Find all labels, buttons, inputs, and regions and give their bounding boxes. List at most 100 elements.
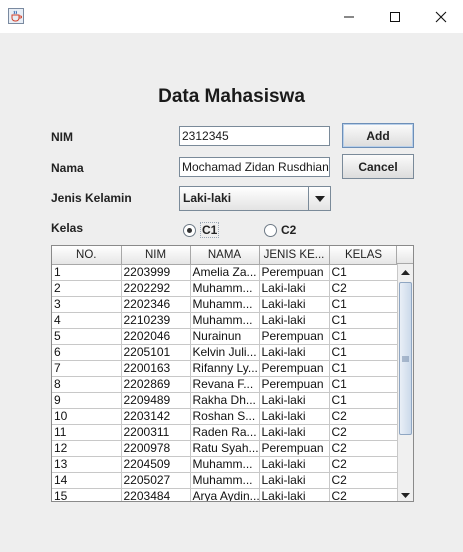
table-row[interactable]: 10 2203142 Roshan S... Laki-laki C2	[52, 408, 399, 425]
cell-jenis-kelamin[interactable]: Laki-laki	[259, 344, 330, 361]
cancel-button[interactable]: Cancel	[342, 154, 414, 179]
scroll-down-icon[interactable]	[398, 487, 413, 501]
cell-jenis-kelamin[interactable]: Laki-laki	[259, 488, 330, 501]
column-header-jenis-kelamin[interactable]: JENIS KE...	[259, 246, 330, 265]
cell-jenis-kelamin[interactable]: Perempuan	[259, 440, 330, 457]
cell-nama[interactable]: Rifanny Ly...	[190, 360, 260, 377]
cell-no[interactable]: 11	[52, 424, 122, 441]
nim-field[interactable]: 2312345	[179, 126, 330, 146]
cell-nim[interactable]: 2202346	[121, 296, 191, 313]
table-row[interactable]: 2 2202292 Muhamm... Laki-laki C2	[52, 280, 399, 297]
table-row[interactable]: 9 2209489 Rakha Dh... Laki-laki C1	[52, 392, 399, 409]
vertical-scrollbar[interactable]	[397, 264, 413, 501]
jenis-kelamin-dropdown[interactable]: Laki-laki	[179, 186, 331, 211]
cell-nim[interactable]: 2200163	[121, 360, 191, 377]
cell-no[interactable]: 9	[52, 392, 122, 409]
nama-field[interactable]: Mochamad Zidan Rusdhiana	[179, 157, 330, 177]
cell-no[interactable]: 3	[52, 296, 122, 313]
cell-nama[interactable]: Muhamm...	[190, 456, 260, 473]
cell-nama[interactable]: Ratu Syah...	[190, 440, 260, 457]
table-row[interactable]: 14 2205027 Muhamm... Laki-laki C2	[52, 472, 399, 489]
cell-jenis-kelamin[interactable]: Perempuan	[259, 376, 330, 393]
cell-jenis-kelamin[interactable]: Laki-laki	[259, 408, 330, 425]
cell-kelas[interactable]: C1	[329, 360, 399, 377]
cell-kelas[interactable]: C1	[329, 344, 399, 361]
cell-jenis-kelamin[interactable]: Laki-laki	[259, 472, 330, 489]
cell-nim[interactable]: 2203484	[121, 488, 191, 501]
minimize-button[interactable]	[326, 0, 372, 33]
java-cup-icon[interactable]	[8, 8, 24, 24]
table-row[interactable]: 12 2200978 Ratu Syah... Perempuan C2	[52, 440, 399, 457]
cell-no[interactable]: 12	[52, 440, 122, 457]
cell-no[interactable]: 15	[52, 488, 122, 501]
table-row[interactable]: 6 2205101 Kelvin Juli... Laki-laki C1	[52, 344, 399, 361]
cell-nim[interactable]: 2209489	[121, 392, 191, 409]
cell-no[interactable]: 4	[52, 312, 122, 329]
cell-nama[interactable]: Amelia Za...	[190, 264, 260, 281]
chevron-down-icon[interactable]	[308, 187, 330, 210]
cell-no[interactable]: 14	[52, 472, 122, 489]
cell-nim[interactable]: 2210239	[121, 312, 191, 329]
cell-jenis-kelamin[interactable]: Laki-laki	[259, 392, 330, 409]
cell-jenis-kelamin[interactable]: Laki-laki	[259, 280, 330, 297]
cell-nama[interactable]: Muhamm...	[190, 296, 260, 313]
cell-nama[interactable]: Rakha Dh...	[190, 392, 260, 409]
cell-kelas[interactable]: C1	[329, 392, 399, 409]
cell-nim[interactable]: 2205027	[121, 472, 191, 489]
cell-no[interactable]: 1	[52, 264, 122, 281]
cell-nama[interactable]: Roshan S...	[190, 408, 260, 425]
cell-kelas[interactable]: C2	[329, 472, 399, 489]
cell-jenis-kelamin[interactable]: Laki-laki	[259, 456, 330, 473]
cell-nama[interactable]: Muhamm...	[190, 312, 260, 329]
cell-kelas[interactable]: C1	[329, 328, 399, 345]
table-row[interactable]: 13 2204509 Muhamm... Laki-laki C2	[52, 456, 399, 473]
cell-kelas[interactable]: C2	[329, 488, 399, 501]
table-row[interactable]: 3 2202346 Muhamm... Laki-laki C1	[52, 296, 399, 313]
cell-no[interactable]: 6	[52, 344, 122, 361]
cell-jenis-kelamin[interactable]: Perempuan	[259, 328, 330, 345]
cell-no[interactable]: 7	[52, 360, 122, 377]
column-header-nim[interactable]: NIM	[121, 246, 191, 265]
table-row[interactable]: 7 2200163 Rifanny Ly... Perempuan C1	[52, 360, 399, 377]
cell-no[interactable]: 5	[52, 328, 122, 345]
column-header-nama[interactable]: NAMA	[190, 246, 260, 265]
radio-kelas-c1[interactable]: C1	[183, 221, 220, 239]
cell-nama[interactable]: Nurainun	[190, 328, 260, 345]
scroll-up-icon[interactable]	[398, 264, 413, 280]
cell-kelas[interactable]: C1	[329, 312, 399, 329]
table-row[interactable]: 4 2210239 Muhamm... Laki-laki C1	[52, 312, 399, 329]
cell-kelas[interactable]: C2	[329, 424, 399, 441]
cell-nim[interactable]: 2203999	[121, 264, 191, 281]
radio-kelas-c2[interactable]: C2	[264, 221, 296, 239]
add-button[interactable]: Add	[342, 123, 414, 148]
cell-kelas[interactable]: C1	[329, 296, 399, 313]
cell-jenis-kelamin[interactable]: Perempuan	[259, 264, 330, 281]
table-row[interactable]: 5 2202046 Nurainun Perempuan C1	[52, 328, 399, 345]
column-header-kelas[interactable]: KELAS	[329, 246, 399, 265]
cell-kelas[interactable]: C2	[329, 456, 399, 473]
cell-jenis-kelamin[interactable]: Laki-laki	[259, 424, 330, 441]
cell-no[interactable]: 2	[52, 280, 122, 297]
cell-no[interactable]: 13	[52, 456, 122, 473]
table-row[interactable]: 15 2203484 Arya Aydin... Laki-laki C2	[52, 488, 399, 501]
cell-kelas[interactable]: C2	[329, 440, 399, 457]
scrollbar-thumb[interactable]	[399, 282, 412, 435]
cell-nim[interactable]: 2200311	[121, 424, 191, 441]
cell-nim[interactable]: 2200978	[121, 440, 191, 457]
cell-nama[interactable]: Kelvin Juli...	[190, 344, 260, 361]
cell-nama[interactable]: Muhamm...	[190, 280, 260, 297]
cell-nim[interactable]: 2205101	[121, 344, 191, 361]
cell-nama[interactable]: Revana F...	[190, 376, 260, 393]
table-row[interactable]: 1 2203999 Amelia Za... Perempuan C1	[52, 264, 399, 281]
cell-nim[interactable]: 2202869	[121, 376, 191, 393]
table-row[interactable]: 8 2202869 Revana F... Perempuan C1	[52, 376, 399, 393]
cell-jenis-kelamin[interactable]: Laki-laki	[259, 296, 330, 313]
cell-no[interactable]: 10	[52, 408, 122, 425]
close-button[interactable]	[418, 0, 463, 33]
cell-nama[interactable]: Muhamm...	[190, 472, 260, 489]
mahasiswa-table[interactable]: NO. NIM NAMA JENIS KE... KELAS 1 2203999 A…	[51, 245, 414, 502]
cell-jenis-kelamin[interactable]: Perempuan	[259, 360, 330, 377]
cell-jenis-kelamin[interactable]: Laki-laki	[259, 312, 330, 329]
cell-nim[interactable]: 2204509	[121, 456, 191, 473]
cell-nama[interactable]: Arya Aydin...	[190, 488, 260, 501]
